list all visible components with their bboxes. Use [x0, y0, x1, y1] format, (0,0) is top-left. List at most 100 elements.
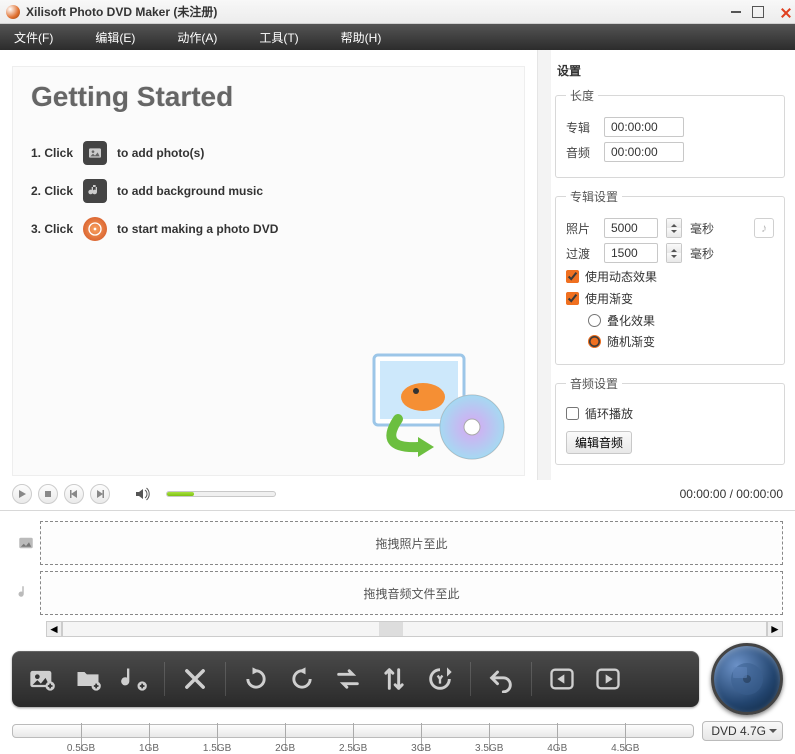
audio-settings-group: 音频设置 循环播放 编辑音频 [555, 375, 785, 465]
bottom-toolbar [12, 643, 783, 715]
album-settings-legend: 专辑设置 [566, 188, 622, 205]
use-motion-checkbox[interactable]: 使用动态效果 [566, 268, 774, 285]
transition-duration-value: 1500 [611, 246, 638, 260]
step-1: 1. Click to add photo(s) [31, 141, 506, 165]
use-gradient-input[interactable] [566, 292, 579, 305]
menu-edit[interactable]: 编辑(E) [95, 29, 135, 46]
add-folder-button[interactable] [70, 661, 106, 697]
album-settings-group: 专辑设置 照片 5000 毫秒 ♪ 过渡 1500 毫秒 使用动态效果 使用渐变… [555, 188, 785, 365]
prev-button[interactable] [64, 484, 84, 504]
scroll-left-button[interactable]: ◄ [46, 621, 62, 637]
menu-tools[interactable]: 工具(T) [259, 29, 298, 46]
toolbar-main [12, 651, 699, 707]
edit-audio-button[interactable]: 编辑音频 [566, 431, 632, 454]
photo-duration-spinner[interactable] [666, 218, 682, 238]
menu-file[interactable]: 文件(F) [14, 29, 53, 46]
capacity-tick-label: 3GB [411, 743, 431, 754]
delete-button[interactable] [177, 661, 213, 697]
repeat-button[interactable] [330, 661, 366, 697]
photo-dropzone[interactable]: 拖拽照片至此 [40, 521, 783, 565]
dvd-capacity-select[interactable]: DVD 4.7G [702, 721, 783, 741]
maximize-button[interactable] [749, 3, 767, 21]
nav-next-button[interactable] [590, 661, 626, 697]
toolbar-separator [164, 662, 165, 696]
spinner-down-icon[interactable] [667, 253, 681, 262]
capacity-tick-label: 4.5GB [611, 743, 639, 754]
audio-settings-legend: 音频设置 [566, 375, 622, 392]
menu-bar: 文件(F) 编辑(E) 动作(A) 工具(T) 帮助(H) [0, 24, 795, 50]
capacity-tick-label: 2.5GB [339, 743, 367, 754]
add-photo-button[interactable] [24, 661, 60, 697]
menu-action[interactable]: 动作(A) [177, 29, 217, 46]
photo-track: 拖拽照片至此 [12, 521, 783, 565]
scroll-right-button[interactable]: ► [767, 621, 783, 637]
spinner-down-icon[interactable] [667, 228, 681, 237]
spinner-up-icon[interactable] [667, 244, 681, 253]
audio-length-label: 音频 [566, 144, 596, 161]
illustration-icon [368, 349, 518, 469]
capacity-tick-label: 1GB [139, 743, 159, 754]
photo-duration-label: 照片 [566, 220, 596, 237]
capacity-bar: 0.5GB1GB1.5GB2GB2.5GB3GB3.5GB4GB4.5GB DV… [0, 721, 795, 749]
toolbar-separator [225, 662, 226, 696]
timeline-scrollbar[interactable]: ◄ ► [46, 621, 783, 637]
add-audio-button[interactable] [116, 661, 152, 697]
next-button[interactable] [90, 484, 110, 504]
transition-duration-input[interactable]: 1500 [604, 243, 658, 263]
loop-playback-label: 循环播放 [585, 405, 633, 422]
volume-slider[interactable] [166, 491, 276, 497]
minimize-icon [731, 11, 741, 13]
gradient-radio-group: 叠化效果 随机渐变 [588, 312, 774, 350]
stack-effect-input[interactable] [588, 314, 601, 327]
audio-track-icon [12, 571, 40, 615]
photo-dropzone-hint: 拖拽照片至此 [375, 535, 447, 552]
random-gradient-input[interactable] [588, 335, 601, 348]
toolbar-separator [531, 662, 532, 696]
audio-dropzone-hint: 拖拽音频文件至此 [363, 585, 459, 602]
preview-scrollbar[interactable] [537, 50, 551, 480]
scroll-thumb[interactable] [379, 622, 403, 636]
minimize-button[interactable] [727, 3, 745, 21]
volume-fill [167, 492, 194, 496]
step-2-prefix: 2. Click [31, 184, 73, 198]
maximize-icon [752, 6, 764, 18]
rotate-right-button[interactable] [284, 661, 320, 697]
add-music-icon [83, 179, 107, 203]
play-button[interactable] [12, 484, 32, 504]
photo-duration-input[interactable]: 5000 [604, 218, 658, 238]
capacity-tick-label: 2GB [275, 743, 295, 754]
volume-icon[interactable] [134, 486, 150, 502]
nav-prev-button[interactable] [544, 661, 580, 697]
menu-help[interactable]: 帮助(H) [341, 29, 382, 46]
add-photo-icon [83, 141, 107, 165]
step-3-text: to start making a photo DVD [117, 222, 278, 236]
rotate-left-button[interactable] [238, 661, 274, 697]
transition-duration-spinner[interactable] [666, 243, 682, 263]
audio-track: 拖拽音频文件至此 [12, 571, 783, 615]
step-3-prefix: 3. Click [31, 222, 73, 236]
preview-pane: Getting Started 1. Click to add photo(s)… [0, 50, 537, 480]
stack-effect-radio[interactable]: 叠化效果 [588, 312, 774, 329]
loop-playback-checkbox[interactable]: 循环播放 [566, 405, 774, 422]
undo-button[interactable] [483, 661, 519, 697]
burn-dvd-icon [83, 217, 107, 241]
music-settings-button[interactable]: ♪ [754, 218, 774, 238]
settings-panel: 设置 长度 专辑 00:00:00 音频 00:00:00 专辑设置 照片 50… [551, 50, 795, 480]
step-2-text: to add background music [117, 184, 263, 198]
stack-effect-label: 叠化效果 [607, 312, 655, 329]
use-gradient-checkbox[interactable]: 使用渐变 [566, 290, 774, 307]
scroll-track[interactable] [62, 621, 767, 637]
burn-button[interactable] [711, 643, 783, 715]
use-motion-input[interactable] [566, 270, 579, 283]
settings-title: 设置 [557, 62, 785, 79]
random-button[interactable] [422, 661, 458, 697]
spinner-up-icon[interactable] [667, 219, 681, 228]
work-area: Getting Started 1. Click to add photo(s)… [0, 50, 795, 480]
audio-dropzone[interactable]: 拖拽音频文件至此 [40, 571, 783, 615]
capacity-tick-label: 1.5GB [203, 743, 231, 754]
close-button[interactable] [771, 3, 789, 21]
stop-button[interactable] [38, 484, 58, 504]
sort-button[interactable] [376, 661, 412, 697]
loop-playback-input[interactable] [566, 407, 579, 420]
random-gradient-radio[interactable]: 随机渐变 [588, 333, 774, 350]
